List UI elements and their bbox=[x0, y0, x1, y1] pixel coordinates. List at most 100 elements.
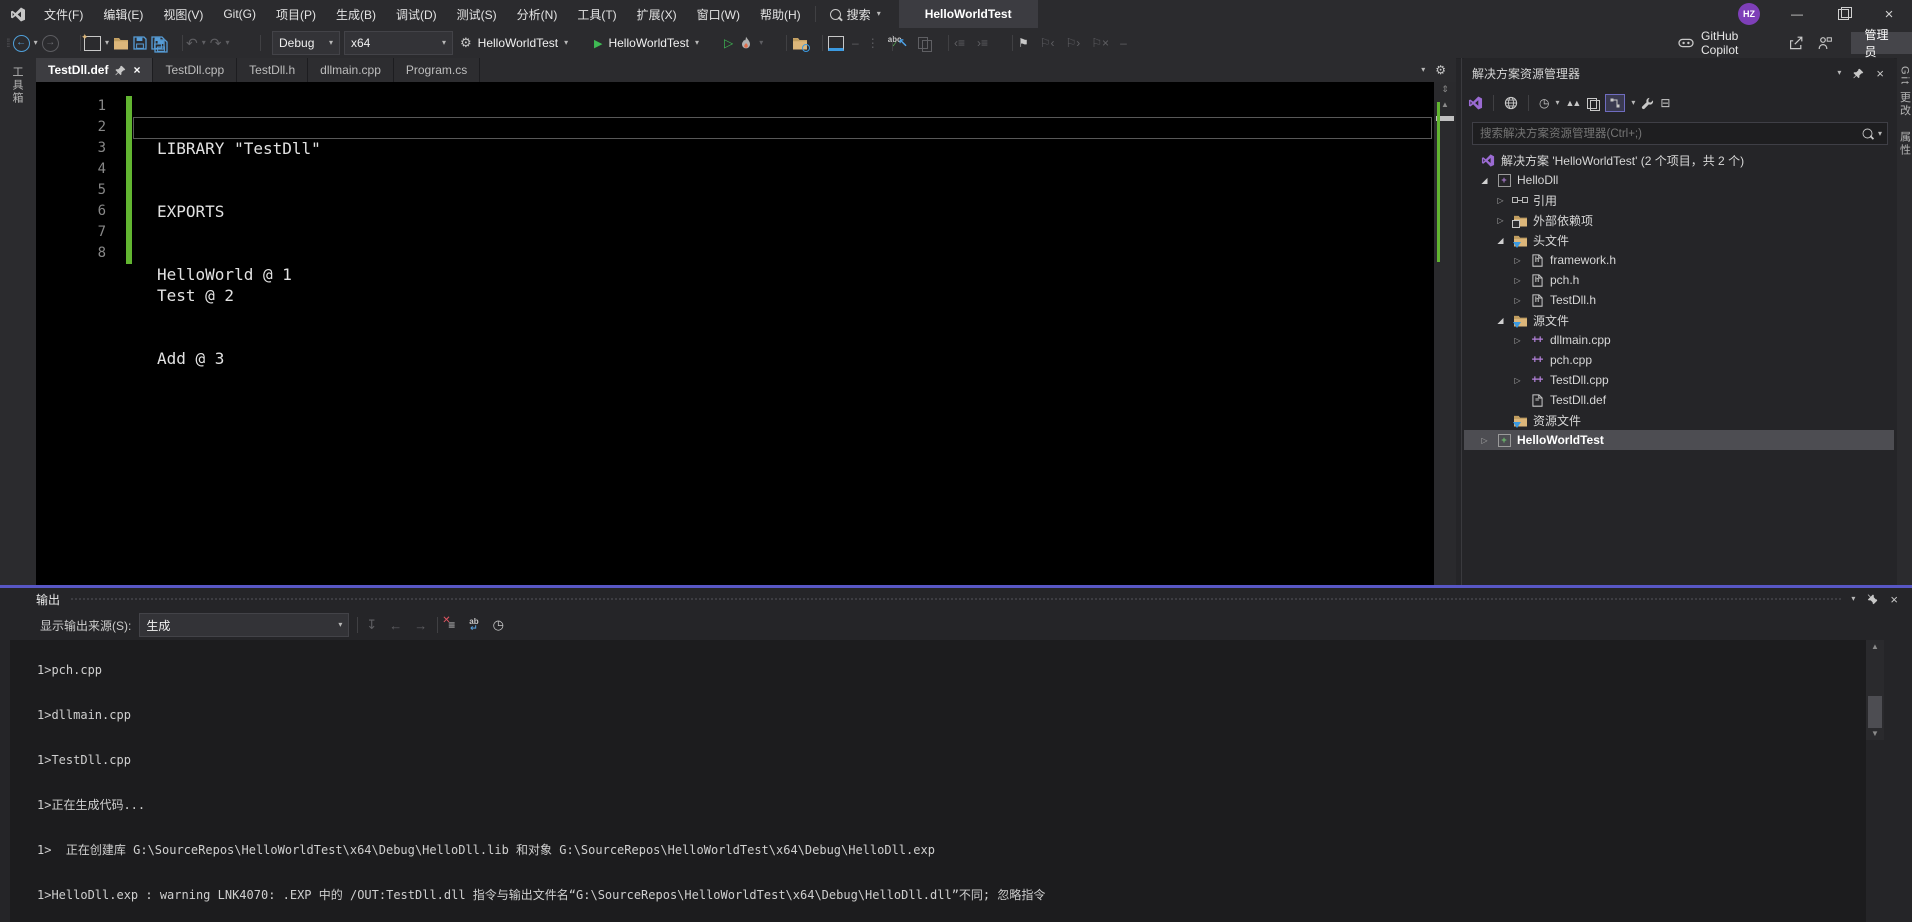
menu-project[interactable]: 项目(P) bbox=[266, 0, 326, 28]
pin-icon[interactable] bbox=[1853, 68, 1864, 79]
solution-search-input[interactable] bbox=[1478, 127, 1857, 141]
menu-file[interactable]: 文件(F) bbox=[34, 0, 93, 28]
output-vertical-scrollbar[interactable]: ▲ ▼ bbox=[1866, 640, 1884, 740]
preview-selected-items-icon[interactable]: ⊟ bbox=[1660, 96, 1670, 110]
tree-row-external-dependencies[interactable]: ▷ 外部依赖项 bbox=[1464, 210, 1894, 230]
output-header[interactable]: 输出 ▾ × bbox=[0, 588, 1912, 610]
collapse-all-icon[interactable]: ▲▲ bbox=[1566, 98, 1580, 108]
menu-tools[interactable]: 工具(T) bbox=[567, 0, 626, 28]
menu-window[interactable]: 窗口(W) bbox=[687, 0, 750, 28]
tree-row-framework-h[interactable]: ▷ h framework.h bbox=[1464, 250, 1894, 270]
user-avatar[interactable]: HZ bbox=[1738, 3, 1760, 25]
toolbar-drag-handle[interactable]: ⁞⁞ bbox=[6, 36, 9, 50]
window-position-chevron-icon[interactable]: ▾ bbox=[1851, 595, 1855, 603]
minimize-button[interactable]: — bbox=[1774, 0, 1820, 28]
restore-button[interactable] bbox=[1820, 0, 1866, 28]
menu-view[interactable]: 视图(V) bbox=[153, 0, 213, 28]
timestamp-clock-icon[interactable]: ◷ bbox=[493, 617, 504, 633]
configuration-dropdown[interactable]: Debug▾ bbox=[272, 31, 340, 55]
close-panel-icon[interactable]: × bbox=[1890, 592, 1898, 607]
collapsed-arrow-icon[interactable]: ▷ bbox=[1511, 296, 1524, 305]
new-project-icon[interactable]: ✦ bbox=[84, 36, 101, 51]
tree-row-helloworldtest-project[interactable]: ▷ + HelloWorldTest bbox=[1464, 430, 1894, 450]
properties-vertical-tab[interactable]: 属性 bbox=[1897, 131, 1912, 157]
solution-explorer-header[interactable]: 解决方案资源管理器 ▾ × bbox=[1464, 58, 1894, 88]
code-editor[interactable]: 12 34 56 78 LIBRARY "TestDll" EXPORTS He… bbox=[36, 82, 1434, 585]
open-folder-icon[interactable] bbox=[113, 36, 129, 50]
live-share-icon[interactable] bbox=[1789, 36, 1803, 50]
save-icon[interactable] bbox=[133, 36, 147, 50]
properties-icon[interactable] bbox=[1585, 97, 1599, 110]
navigate-back-chevron-icon[interactable]: ▾ bbox=[34, 39, 38, 47]
menu-edit[interactable]: 编辑(E) bbox=[93, 0, 153, 28]
menu-git[interactable]: Git(G) bbox=[213, 0, 266, 28]
close-button[interactable]: × bbox=[1866, 0, 1912, 28]
collapsed-arrow-icon[interactable]: ▷ bbox=[1478, 436, 1491, 445]
expanded-arrow-icon[interactable]: ◢ bbox=[1494, 236, 1507, 245]
tree-row-header-files[interactable]: ◢ 头文件 bbox=[1464, 230, 1894, 250]
pending-changes-clock-icon[interactable]: ◷ bbox=[1539, 96, 1549, 110]
find-in-files-icon[interactable] bbox=[792, 36, 808, 50]
tree-row-testdll-h[interactable]: ▷ h TestDll.h bbox=[1464, 290, 1894, 310]
editor-vertical-scrollbar[interactable]: ⇕ ▲ bbox=[1434, 82, 1456, 585]
menu-analyze[interactable]: 分析(N) bbox=[507, 0, 568, 28]
collapsed-arrow-icon[interactable]: ▷ bbox=[1511, 276, 1524, 285]
tab-testdll-def[interactable]: TestDll.def × bbox=[36, 58, 153, 82]
sync-chevron-icon[interactable]: ▾ bbox=[1631, 99, 1635, 107]
editor-options-gear-icon[interactable]: ⚙ bbox=[1435, 63, 1446, 82]
search-button[interactable]: 搜索 ▾ bbox=[820, 0, 891, 28]
platform-dropdown[interactable]: x64▾ bbox=[344, 31, 453, 55]
close-panel-icon[interactable]: × bbox=[1876, 66, 1884, 81]
new-project-chevron-icon[interactable]: ▾ bbox=[105, 39, 109, 47]
run-button[interactable]: ▶ HelloWorldTest ▾ bbox=[594, 28, 699, 58]
start-without-debugging-icon[interactable]: ▷ bbox=[724, 36, 733, 50]
toolbox-vertical-tab[interactable]: 工具箱 bbox=[11, 66, 25, 105]
scrollbar-thumb[interactable] bbox=[1868, 696, 1882, 728]
menu-debug[interactable]: 调试(D) bbox=[386, 0, 447, 28]
switch-views-icon[interactable] bbox=[1468, 96, 1483, 110]
github-copilot-icon[interactable] bbox=[1678, 37, 1694, 49]
solution-search-box[interactable]: ▾ bbox=[1472, 122, 1888, 145]
panel-divider[interactable] bbox=[1461, 58, 1462, 585]
output-log[interactable]: 1>pch.cpp 1>dllmain.cpp 1>TestDll.cpp 1>… bbox=[10, 640, 1866, 922]
collapsed-arrow-icon[interactable]: ▷ bbox=[1494, 196, 1507, 205]
editor-window-icon[interactable] bbox=[828, 36, 844, 51]
wrench-icon[interactable] bbox=[1641, 97, 1654, 110]
tree-row-resource-files[interactable]: 资源文件 bbox=[1464, 410, 1894, 430]
tree-row-hellodll-project[interactable]: ◢ + HelloDll bbox=[1464, 170, 1894, 190]
selection-cursor-icon[interactable]: ↖ bbox=[898, 36, 908, 50]
navigate-back-icon[interactable]: ← bbox=[13, 35, 30, 52]
tab-list-chevron-icon[interactable]: ▾ bbox=[1421, 66, 1425, 82]
save-all-icon[interactable] bbox=[151, 36, 165, 50]
collapsed-arrow-icon[interactable]: ▷ bbox=[1511, 256, 1524, 265]
tab-testdll-cpp[interactable]: TestDll.cpp bbox=[153, 58, 237, 82]
word-wrap-icon[interactable]: ab↵ bbox=[469, 619, 478, 631]
close-tab-icon[interactable]: × bbox=[133, 63, 140, 77]
send-feedback-icon[interactable] bbox=[1818, 36, 1832, 50]
toggle-bookmark-icon[interactable]: ⚑ bbox=[1018, 36, 1029, 50]
startup-project-dropdown[interactable]: ⚙ HelloWorldTest ▾ bbox=[460, 28, 568, 58]
pin-icon[interactable] bbox=[1867, 594, 1878, 605]
pin-icon[interactable] bbox=[115, 65, 126, 76]
github-copilot-label[interactable]: GitHub Copilot bbox=[1701, 29, 1774, 57]
tab-testdll-h[interactable]: TestDll.h bbox=[237, 58, 308, 82]
scroll-up-icon[interactable]: ▲ bbox=[1866, 642, 1884, 651]
git-changes-vertical-tab[interactable]: Git 更改 bbox=[1897, 66, 1912, 117]
tab-program-cs[interactable]: Program.cs bbox=[394, 58, 480, 82]
output-source-dropdown[interactable]: 生成▾ bbox=[139, 613, 349, 637]
menu-test[interactable]: 测试(S) bbox=[447, 0, 507, 28]
tree-row-testdll-def[interactable]: ≡ TestDll.def bbox=[1464, 390, 1894, 410]
tree-row-pch-cpp[interactable]: ++ pch.cpp bbox=[1464, 350, 1894, 370]
collapsed-arrow-icon[interactable]: ▷ bbox=[1511, 376, 1524, 385]
tab-dllmain-cpp[interactable]: dllmain.cpp bbox=[308, 58, 394, 82]
splitter-handle-icon[interactable]: ⇕ bbox=[1434, 84, 1456, 95]
collapsed-arrow-icon[interactable]: ▷ bbox=[1511, 336, 1524, 345]
tree-row-dllmain-cpp[interactable]: ▷ ++ dllmain.cpp bbox=[1464, 330, 1894, 350]
tree-row-references[interactable]: ▷ 引用 bbox=[1464, 190, 1894, 210]
clock-chevron-icon[interactable]: ▾ bbox=[1555, 99, 1559, 107]
all-files-globe-icon[interactable] bbox=[1504, 96, 1518, 110]
tree-row-pch-h[interactable]: ▷ h pch.h bbox=[1464, 270, 1894, 290]
menu-extensions[interactable]: 扩展(X) bbox=[627, 0, 687, 28]
tree-row-source-files[interactable]: ◢ 源文件 bbox=[1464, 310, 1894, 330]
menu-build[interactable]: 生成(B) bbox=[326, 0, 386, 28]
